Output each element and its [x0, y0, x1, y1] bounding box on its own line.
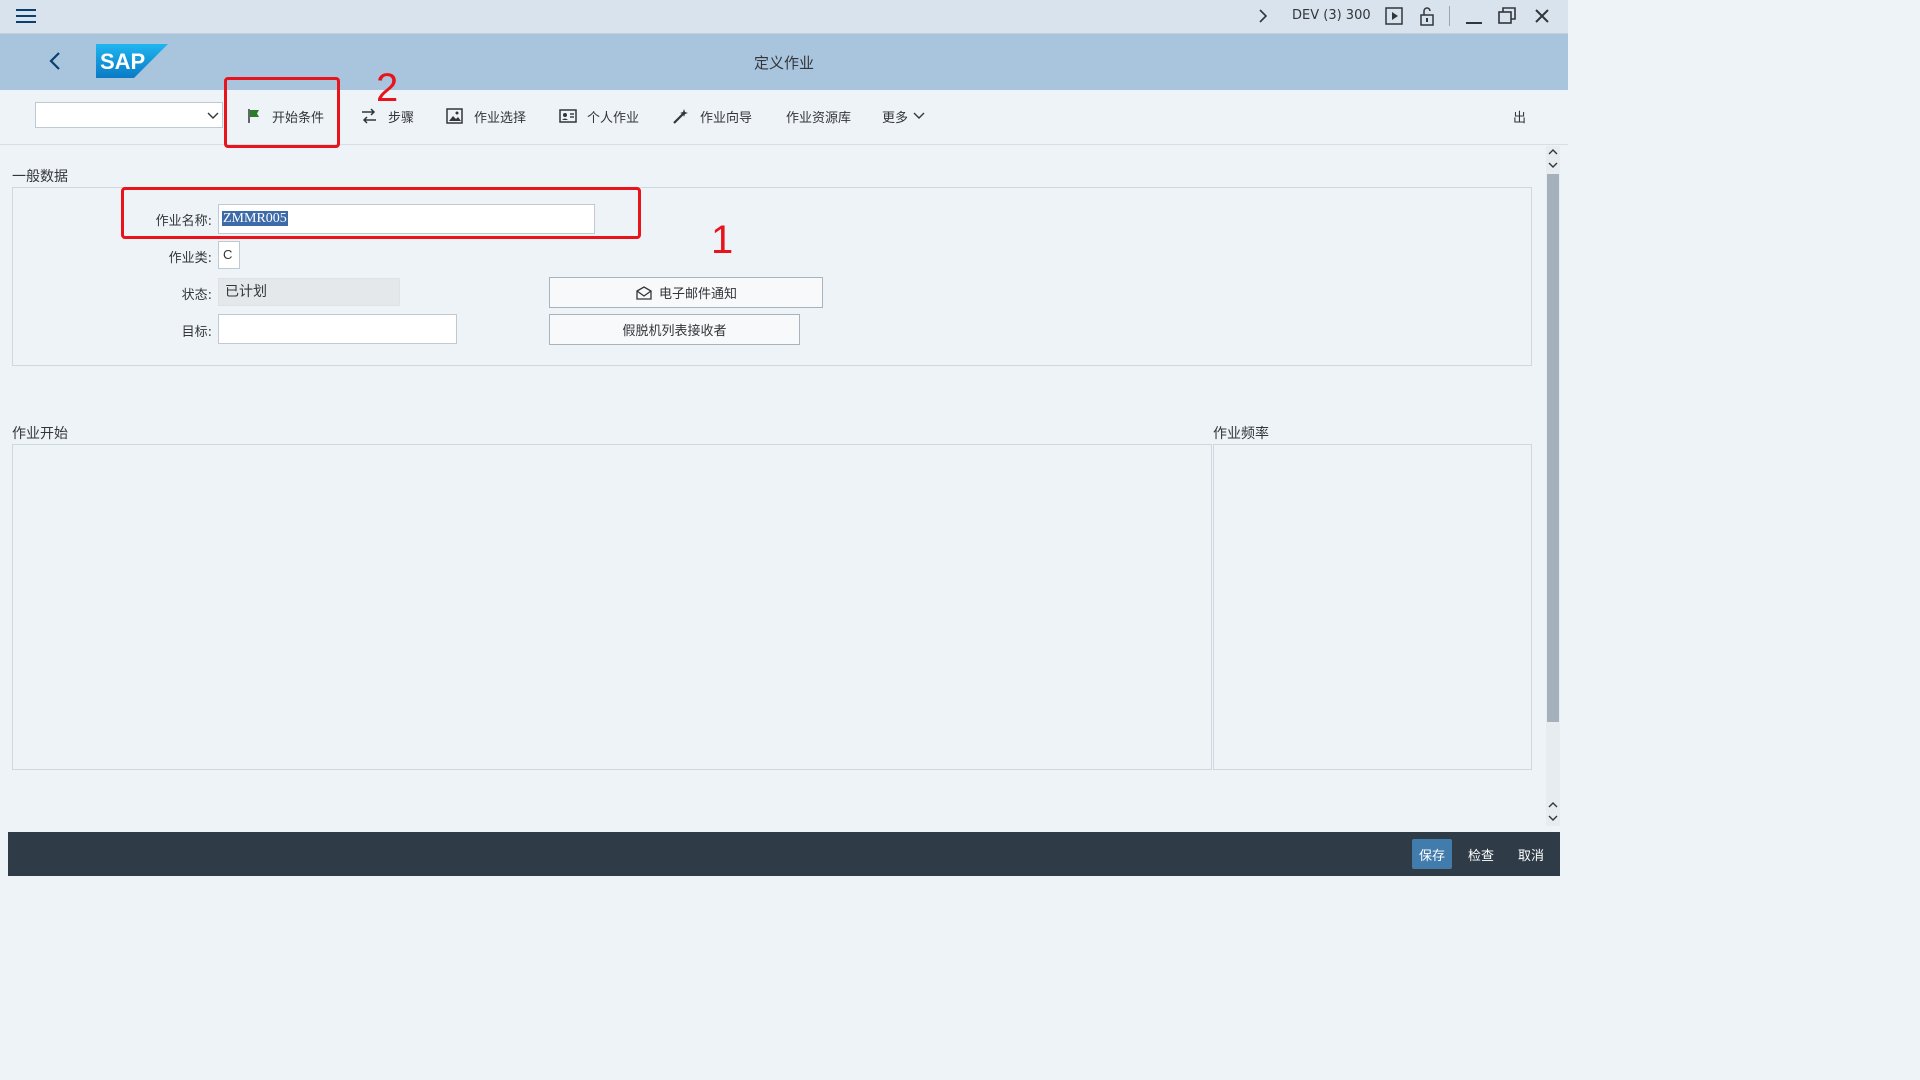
- job-frequency-group: [1213, 444, 1532, 770]
- job-start-group: [12, 444, 1212, 770]
- job-wizard-label: 作业向导: [700, 110, 753, 126]
- lock-icon[interactable]: [1418, 5, 1436, 27]
- target-input[interactable]: [218, 314, 457, 344]
- close-icon[interactable]: [1532, 6, 1552, 26]
- status-label: 状态:: [181, 288, 212, 303]
- spool-recipient-button[interactable]: 假脱机列表接收者: [549, 314, 800, 345]
- job-selection-label: 作业选择: [474, 110, 527, 126]
- scroll-down-icon[interactable]: [1547, 813, 1559, 823]
- spool-recipient-label: 假脱机列表接收者: [622, 324, 727, 339]
- check-button[interactable]: 检查: [1461, 839, 1501, 869]
- scrollbar-thumb[interactable]: [1547, 174, 1559, 722]
- annotation-label-1: 1: [711, 218, 734, 262]
- target-label: 目标:: [181, 325, 212, 340]
- menu-icon[interactable]: [16, 7, 38, 25]
- footer-bar: [8, 832, 1560, 876]
- job-repository-button[interactable]: 作业资源库: [786, 104, 851, 128]
- chevron-down-icon: [913, 112, 925, 119]
- image-icon: [446, 108, 463, 124]
- email-notification-button[interactable]: 电子邮件通知: [549, 277, 823, 308]
- job-selection-button[interactable]: 作业选择: [446, 104, 526, 128]
- job-class-label: 作业类:: [168, 251, 212, 266]
- job-frequency-title: 作业频率: [1213, 426, 1269, 442]
- own-jobs-label: 个人作业: [587, 110, 640, 126]
- command-field[interactable]: [35, 102, 223, 128]
- restore-icon[interactable]: [1497, 6, 1517, 26]
- exit-button[interactable]: 出: [1513, 104, 1526, 128]
- annotation-box-job-name: [121, 187, 641, 239]
- more-label: 更多: [882, 110, 909, 126]
- system-info: DEV (3) 300: [1292, 8, 1371, 23]
- minimize-icon[interactable]: [1464, 6, 1484, 26]
- own-jobs-button[interactable]: 个人作业: [559, 104, 639, 128]
- email-notification-label: 电子邮件通知: [658, 287, 737, 302]
- save-button[interactable]: 保存: [1412, 839, 1452, 869]
- titlebar-divider: [1449, 6, 1450, 26]
- job-class-input[interactable]: C: [218, 241, 240, 269]
- cancel-button[interactable]: 取消: [1511, 839, 1551, 869]
- job-start-title: 作业开始: [12, 426, 68, 442]
- play-icon[interactable]: [1384, 6, 1404, 26]
- chevron-down-icon[interactable]: [206, 110, 220, 122]
- job-repository-label: 作业资源库: [786, 110, 852, 126]
- scroll-up-icon[interactable]: [1547, 147, 1559, 157]
- more-menu-button[interactable]: 更多: [882, 104, 926, 128]
- chevron-right-icon[interactable]: [1256, 8, 1270, 24]
- annotation-label-2: 2: [376, 66, 399, 110]
- envelope-icon: [636, 285, 652, 300]
- annotation-box-start-condition: [224, 77, 340, 148]
- scroll-up-icon[interactable]: [1547, 800, 1559, 810]
- job-wizard-button[interactable]: 作业向导: [672, 104, 752, 128]
- status-field: 已计划: [218, 278, 400, 306]
- scroll-down-icon[interactable]: [1547, 160, 1559, 170]
- page-title: 定义作业: [753, 54, 814, 72]
- general-data-title: 一般数据: [12, 169, 68, 185]
- wand-icon: [673, 109, 688, 124]
- id-card-icon: [559, 109, 577, 123]
- exit-label: 出: [1513, 110, 1527, 126]
